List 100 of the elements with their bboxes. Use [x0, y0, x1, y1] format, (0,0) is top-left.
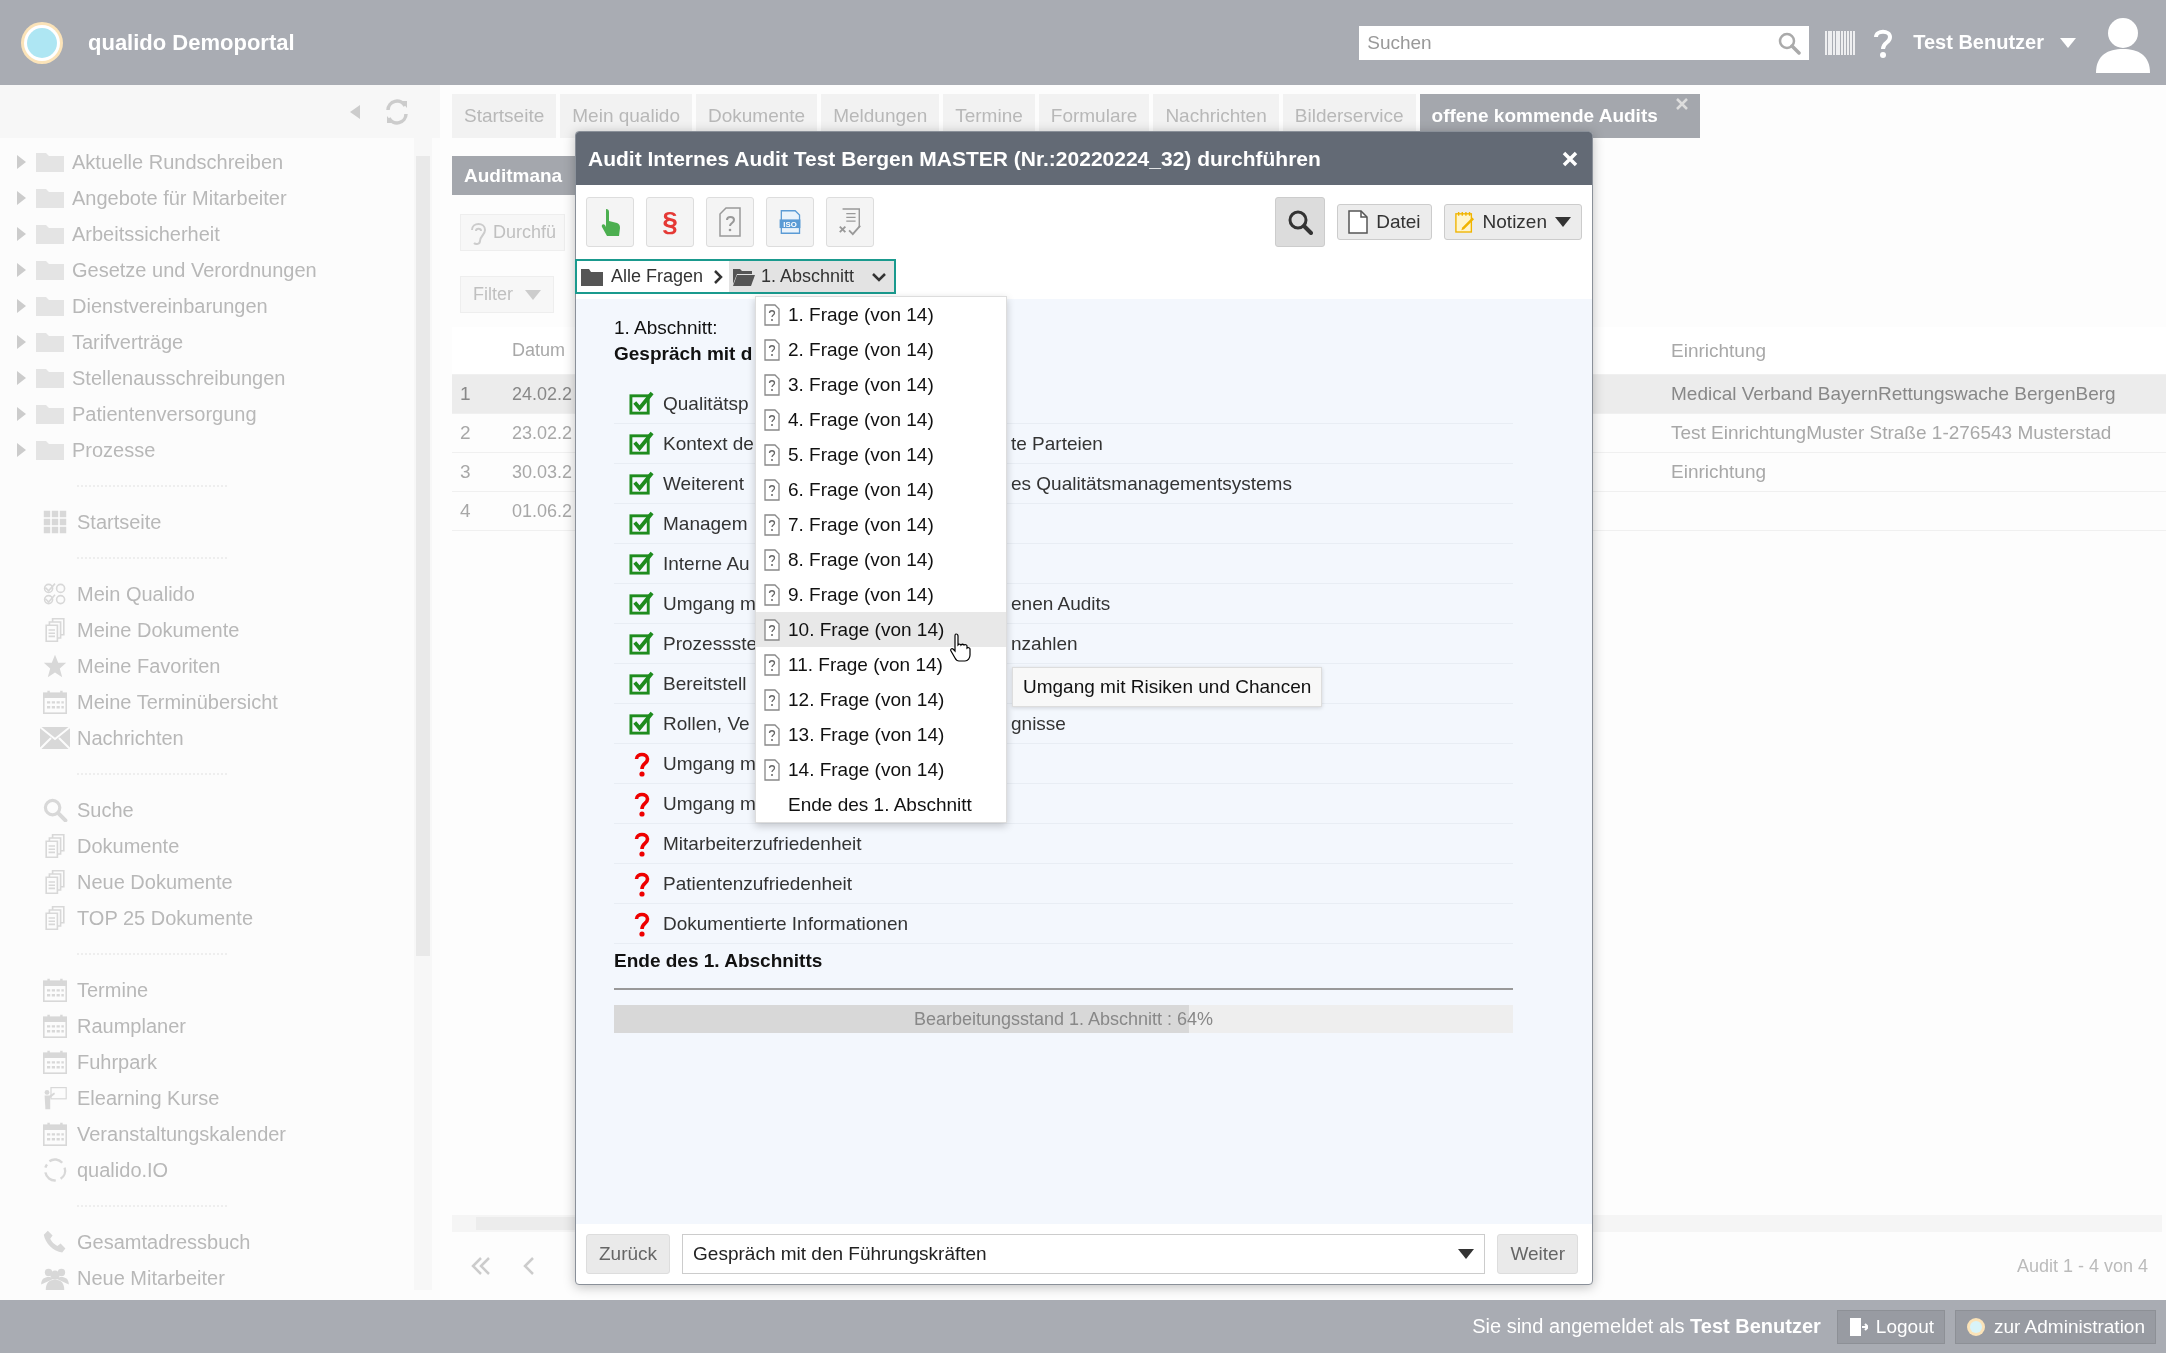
expand-arrow-icon[interactable]: [17, 407, 27, 421]
question-text[interactable]: Patientenzufriedenheit: [663, 872, 853, 895]
collapse-arrow-icon[interactable]: [350, 104, 360, 119]
sidebar-item[interactable]: Startseite: [40, 504, 414, 540]
sidebar-item[interactable]: Dokumente: [40, 828, 414, 864]
sidebar-item[interactable]: qualido.IO: [40, 1152, 414, 1188]
search-field[interactable]: Suchen: [1359, 25, 1810, 60]
menu-item[interactable]: 12. Frage (von 14): [756, 682, 1006, 717]
question-text[interactable]: Managem: [663, 512, 748, 535]
menu-item[interactable]: 3. Frage (von 14): [756, 367, 1006, 402]
search-button[interactable]: [1275, 197, 1326, 247]
tool-button[interactable]: §: [646, 197, 694, 247]
question-text[interactable]: Umgang m: [663, 592, 755, 615]
sidebar-item[interactable]: Elearning Kurse: [40, 1080, 414, 1116]
file-button[interactable]: Datei: [1337, 204, 1432, 240]
question-mark-icon: [634, 790, 650, 817]
question-text[interactable]: Qualitätsp: [663, 392, 749, 415]
sidebar-item[interactable]: TOP 25 Dokumente: [40, 900, 414, 936]
document-question-icon: [764, 373, 780, 396]
menu-item[interactable]: Ende des 1. Abschnitt: [756, 787, 1006, 822]
question-text[interactable]: Kontext de: [663, 432, 755, 455]
back-button[interactable]: Zurück: [586, 1234, 671, 1274]
sidebar-item[interactable]: Termine: [40, 972, 414, 1008]
next-button[interactable]: Weiter: [1497, 1234, 1578, 1274]
notes-button[interactable]: Notizen: [1443, 204, 1582, 240]
breadcrumb-dropdown[interactable]: 1. Abschnitt: [729, 261, 895, 292]
user-menu[interactable]: Test Benutzer: [1913, 31, 2076, 54]
tool-button[interactable]: [826, 197, 874, 247]
sidebar-item[interactable]: Tarifverträge: [35, 324, 184, 360]
expand-arrow-icon[interactable]: [17, 227, 27, 241]
sidebar-item[interactable]: Neue Mitarbeiter: [40, 1260, 414, 1296]
expand-arrow-icon[interactable]: [17, 191, 27, 205]
sidebar-item[interactable]: Gesamtadressbuch: [40, 1224, 414, 1260]
menu-item[interactable]: 4. Frage (von 14): [756, 402, 1006, 437]
sidebar-item[interactable]: Dienstvereinbarungen: [35, 288, 268, 324]
sidebar-item[interactable]: Nachrichten: [40, 720, 414, 756]
column-header[interactable]: Einrichtung: [1653, 327, 1767, 374]
sidebar-item[interactable]: Mein Qualido: [40, 576, 414, 612]
tool-button[interactable]: ISO: [766, 197, 814, 247]
sidebar-item[interactable]: Meine Dokumente: [40, 612, 414, 648]
expand-arrow-icon[interactable]: [17, 155, 27, 169]
sidebar-item[interactable]: Patientenversorgung: [35, 396, 257, 432]
menu-item[interactable]: 9. Frage (von 14): [756, 577, 1006, 612]
sidebar-item[interactable]: Angebote für Mitarbeiter: [35, 180, 287, 216]
expand-arrow-icon[interactable]: [17, 299, 27, 313]
question-text[interactable]: Weiterent: [663, 472, 755, 495]
menu-item[interactable]: 1. Frage (von 14): [756, 297, 1006, 332]
sidebar-item[interactable]: Veranstaltungskalender: [40, 1116, 414, 1152]
refresh-icon[interactable]: [384, 98, 410, 125]
sidebar-item[interactable]: Aktuelle Rundschreiben: [35, 144, 284, 180]
sidebar-item[interactable]: Prozesse: [35, 432, 156, 468]
section-select[interactable]: Gespräch mit den Führungskräften: [682, 1234, 1486, 1274]
question-text[interactable]: te Parteien: [1011, 432, 1103, 455]
tab[interactable]: offene kommende Audits: [1419, 94, 1700, 138]
question-text[interactable]: Interne Au: [663, 552, 750, 575]
question-text[interactable]: nzahlen: [1011, 632, 1078, 655]
sidebar-item[interactable]: Suche: [40, 792, 414, 828]
question-text[interactable]: Bereitstell: [663, 672, 747, 695]
tab[interactable]: Startseite: [452, 94, 557, 138]
help-icon[interactable]: [1873, 27, 1894, 58]
expand-arrow-icon[interactable]: [17, 371, 27, 385]
menu-item[interactable]: 14. Frage (von 14): [756, 752, 1006, 787]
column-header[interactable]: Datum: [490, 327, 565, 374]
tool-button[interactable]: [586, 197, 634, 247]
sidebar-item[interactable]: Meine Favoriten: [40, 648, 414, 684]
question-text[interactable]: Prozessste: [663, 632, 755, 655]
menu-item[interactable]: 11. Frage (von 14): [756, 647, 1006, 682]
menu-item[interactable]: 8. Frage (von 14): [756, 542, 1006, 577]
menu-item[interactable]: 5. Frage (von 14): [756, 437, 1006, 472]
menu-item[interactable]: 13. Frage (von 14): [756, 717, 1006, 752]
menu-item[interactable]: 7. Frage (von 14): [756, 507, 1006, 542]
sidebar-item[interactable]: Stellenausschreibungen: [35, 360, 286, 396]
question-text[interactable]: enen Audits: [1011, 592, 1111, 615]
chevron-down-icon: [872, 271, 887, 282]
question-text[interactable]: Dokumentierte Informationen: [663, 912, 908, 935]
question-text[interactable]: gnisse: [1011, 712, 1066, 735]
expand-arrow-icon[interactable]: [17, 263, 27, 277]
question-text[interactable]: es Qualitätsmanagementsystems: [1011, 472, 1292, 495]
sidebar-item[interactable]: Arbeitssicherheit: [35, 216, 220, 252]
sidebar-item[interactable]: Meine Terminübersicht: [40, 684, 414, 720]
question-text[interactable]: Umgang m: [663, 752, 756, 775]
question-text[interactable]: Mitarbeiterzufriedenheit: [663, 832, 862, 855]
menu-item[interactable]: 2. Frage (von 14): [756, 332, 1006, 367]
menu-item[interactable]: 10. Frage (von 14): [756, 612, 1006, 647]
sidebar-item[interactable]: Gesetze und Verordnungen: [35, 252, 317, 288]
search-icon[interactable]: [1777, 30, 1802, 55]
barcode-icon[interactable]: [1825, 30, 1856, 55]
sidebar-item[interactable]: Neue Dokumente: [40, 864, 414, 900]
question-text[interactable]: Rollen, Ve: [663, 712, 755, 735]
logout-button[interactable]: Logout: [1836, 1309, 1945, 1344]
paragraph-icon: §: [662, 206, 678, 238]
tool-button[interactable]: [706, 197, 754, 247]
question-text[interactable]: Umgang m: [663, 792, 756, 815]
expand-arrow-icon[interactable]: [17, 335, 27, 349]
menu-item[interactable]: 6. Frage (von 14): [756, 472, 1006, 507]
sidebar-item[interactable]: Raumplaner: [40, 1008, 414, 1044]
expand-arrow-icon[interactable]: [17, 443, 27, 457]
first-page-icon[interactable]: [470, 1255, 492, 1277]
sidebar-item[interactable]: Fuhrpark: [40, 1044, 414, 1080]
administration-button[interactable]: zur Administration: [1955, 1309, 2156, 1344]
